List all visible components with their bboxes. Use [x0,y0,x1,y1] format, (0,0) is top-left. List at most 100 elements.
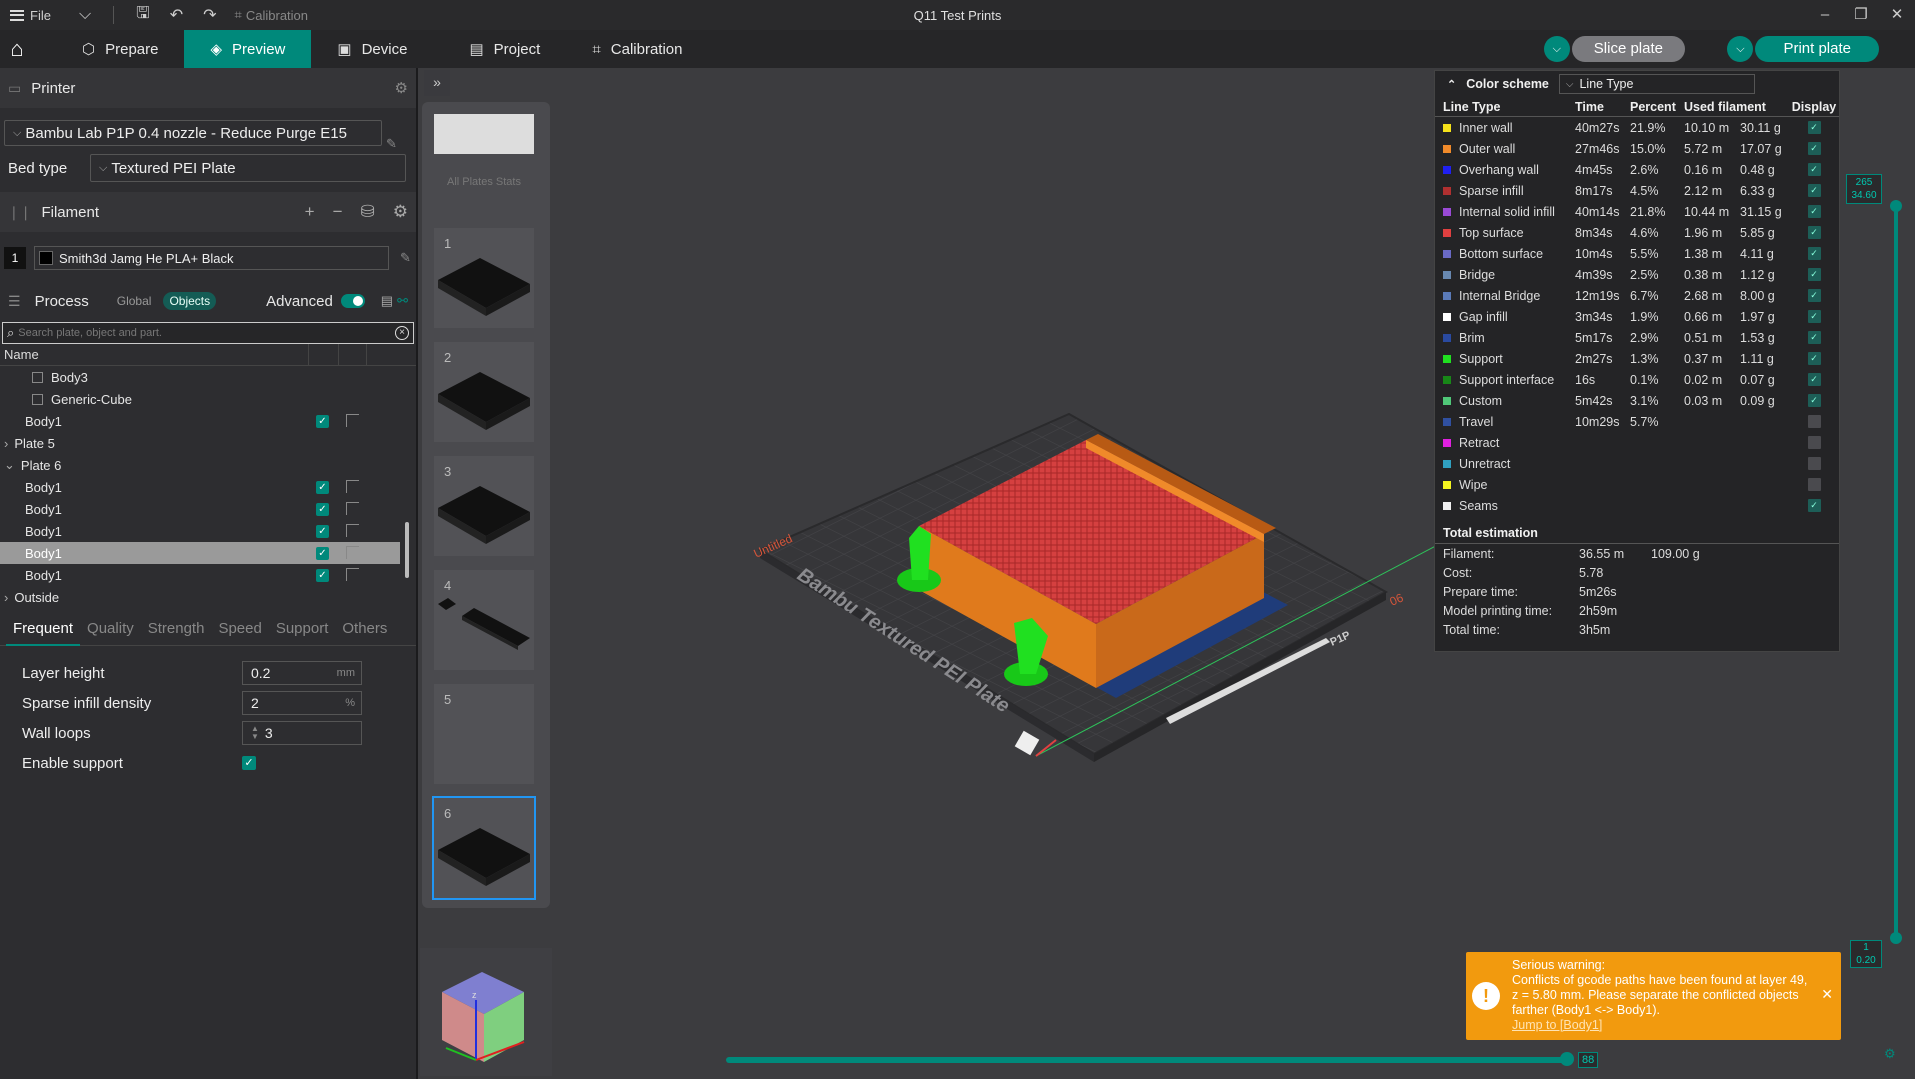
list-item-selected[interactable]: Body1 ✓ [0,542,400,564]
layer-slider-top-handle[interactable] [1890,200,1902,212]
settings-icon[interactable] [346,502,359,515]
search-input[interactable]: ⌕ Search plate, object and part. × [2,322,414,344]
expand-icon[interactable]: › [4,436,8,451]
remove-icon[interactable]: − [333,202,343,222]
gear-icon[interactable]: ⚙ [395,79,408,97]
tab-prepare[interactable]: ⬡ Prepare [56,30,184,68]
list-item[interactable]: Body1 ✓ [0,476,416,498]
sync-icon[interactable]: ⛁ [361,202,375,222]
slice-plate-button[interactable]: Slice plate [1571,36,1685,62]
visibility-checkbox[interactable]: ✓ [316,481,329,494]
advanced-toggle[interactable] [340,294,365,308]
display-checkbox[interactable]: ✓ [1807,163,1821,176]
display-checkbox[interactable]: ✓ [1807,394,1821,407]
restore-icon[interactable]: ❐ [1843,0,1879,30]
filament-slot-number[interactable]: 1 [4,247,26,269]
stepper-arrows-icon[interactable]: ▲ ▼ [251,725,259,741]
display-checkbox[interactable]: ✓ [1807,121,1821,134]
printer-preset-select[interactable]: ⌵ Bambu Lab P1P 0.4 nozzle - Reduce Purg… [4,120,382,146]
tab-strength[interactable]: Strength [141,612,212,646]
redo-icon[interactable]: ↷ [203,5,216,25]
visibility-checkbox[interactable]: ✓ [316,415,329,428]
minimize-icon[interactable]: – [1807,0,1843,30]
visibility-checkbox[interactable]: ✓ [316,547,329,560]
jump-to-object-link[interactable]: Jump to [Body1] [1512,1018,1812,1033]
slice-options-dropdown[interactable]: ⌵ [1543,36,1570,62]
collapse-sidebar-button[interactable]: » [424,70,450,96]
display-checkbox[interactable]: ✓ [1807,226,1821,239]
undo-icon[interactable]: ↶ [170,5,183,25]
plate-thumbnail-4[interactable]: 4 [434,570,534,670]
save-icon[interactable]: 🖫 [136,2,150,29]
print-options-dropdown[interactable]: ⌵ [1727,36,1754,62]
layer-slider-track[interactable] [1894,206,1898,938]
tab-calibration[interactable]: ⌗ Calibration [566,30,708,68]
plate-thumbnail-6[interactable]: 6 [432,796,536,900]
enable-support-checkbox[interactable]: ✓ [242,756,256,770]
list-item[interactable]: Body1 ✓ [0,520,416,542]
bed-type-select[interactable]: ⌵ Textured PEI Plate [90,154,406,182]
wall-loops-stepper[interactable]: ▲ ▼ 3 [242,721,362,745]
tab-others[interactable]: Others [335,612,394,646]
close-icon[interactable]: ✕ [1879,0,1915,30]
objects-toggle[interactable]: Objects [163,292,217,310]
close-icon[interactable]: ✕ [1821,986,1833,1003]
orientation-cube[interactable]: z [420,948,552,1076]
visibility-checkbox[interactable]: ✓ [316,503,329,516]
tab-project[interactable]: ▤ Project [443,30,566,68]
display-checkbox[interactable]: ✓ [1807,205,1821,218]
clear-search-icon[interactable]: × [395,326,409,340]
home-icon[interactable]: ⌂ [0,30,34,68]
file-menu[interactable]: File [10,8,51,23]
settings-icon[interactable] [346,524,359,537]
list-item[interactable]: Body1 ✓ [0,410,416,432]
list-item[interactable]: Body3 [0,366,416,388]
list-item[interactable]: ⌄ Plate 6 [0,454,416,476]
scrollbar[interactable] [405,522,409,578]
tab-frequent[interactable]: Frequent [6,612,81,646]
list-item[interactable]: › Outside [0,586,416,606]
plate-thumbnail-3[interactable]: 3 [434,456,534,556]
list-item[interactable]: Generic-Cube [0,388,416,410]
edit-icon[interactable]: ✎ [400,250,411,266]
visibility-checkbox[interactable]: ✓ [316,525,329,538]
layer-slider-bottom-handle[interactable] [1890,932,1902,944]
global-toggle[interactable]: Global [111,292,158,310]
tab-support[interactable]: Support [269,612,336,646]
display-checkbox[interactable]: ✓ [1807,457,1821,470]
layer-slider-bottom-label[interactable]: 1 0.20 [1850,940,1882,968]
gear-icon[interactable]: ⚙ [393,202,408,222]
color-scheme-select[interactable]: ⌵ Line Type [1558,74,1755,94]
display-checkbox[interactable]: ✓ [1807,478,1821,491]
list-item[interactable]: › Plate 5 [0,432,416,454]
display-checkbox[interactable]: ✓ [1807,499,1821,512]
chevron-down-icon[interactable]: ⌵ [79,6,91,24]
display-checkbox[interactable]: ✓ [1807,247,1821,260]
list-icon[interactable]: ▤ [381,293,393,309]
compare-icon[interactable]: ⚯ [397,293,408,309]
settings-icon[interactable] [346,414,359,427]
plate-thumbnail-2[interactable]: 2 [434,342,534,442]
display-checkbox[interactable]: ✓ [1807,142,1821,155]
display-checkbox[interactable]: ✓ [1807,268,1821,281]
move-slider-track[interactable] [726,1057,1570,1063]
filament-select[interactable]: Smith3d Jamg He PLA+ Black [34,246,389,270]
plate-thumbnail-1[interactable]: 1 [434,228,534,328]
settings-icon[interactable] [346,546,359,559]
settings-corner-icon[interactable]: ⚙ [1884,1046,1896,1062]
display-checkbox[interactable]: ✓ [1807,436,1821,449]
sparse-infill-input[interactable]: 2% [242,691,362,715]
display-checkbox[interactable]: ✓ [1807,352,1821,365]
print-plate-button[interactable]: Print plate [1755,36,1879,62]
edit-icon[interactable]: ✎ [386,136,397,152]
add-icon[interactable]: + [305,202,315,222]
list-item[interactable]: Body1 ✓ [0,564,416,586]
collapse-icon[interactable]: ⌄ [4,457,15,473]
display-checkbox[interactable]: ✓ [1807,289,1821,302]
display-checkbox[interactable]: ✓ [1807,310,1821,323]
visibility-checkbox[interactable]: ✓ [316,569,329,582]
list-item[interactable]: Body1 ✓ [0,498,416,520]
all-plates-stats[interactable]: All Plates Stats [434,114,534,188]
expand-icon[interactable]: › [4,590,8,605]
collapse-legend-icon[interactable]: ⌃ [1447,78,1456,91]
